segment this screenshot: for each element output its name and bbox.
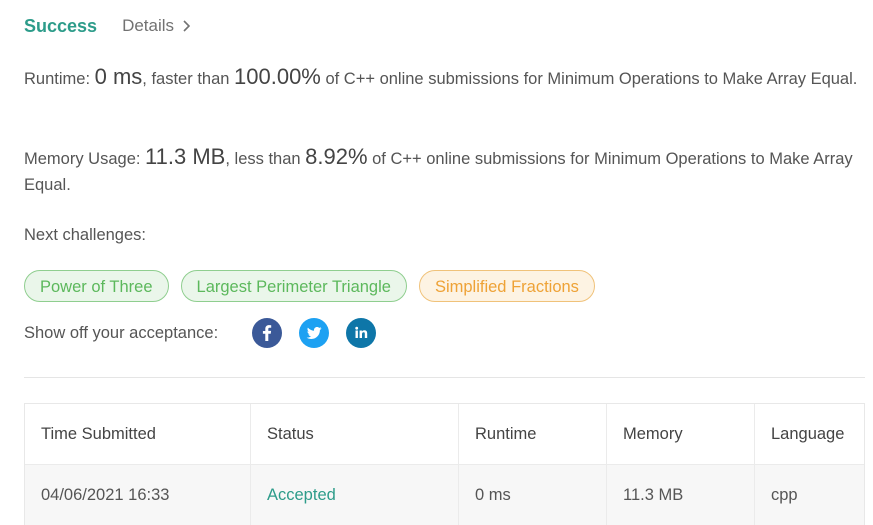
section-divider — [24, 377, 865, 378]
challenge-tag-power-of-three[interactable]: Power of Three — [24, 270, 169, 302]
cell-memory: 11.3 MB — [607, 465, 755, 525]
runtime-stat: Runtime: 0 ms, faster than 100.00% of C+… — [24, 64, 869, 92]
linkedin-icon — [355, 326, 368, 338]
cell-runtime: 0 ms — [459, 465, 607, 525]
challenge-tag-largest-perimeter-triangle[interactable]: Largest Perimeter Triangle — [180, 270, 407, 302]
table-header-row: Time Submitted Status Runtime Memory Lan… — [25, 404, 864, 464]
memory-value: 11.3 MB — [145, 144, 226, 169]
cell-status-accepted-link[interactable]: Accepted — [251, 465, 459, 525]
twitter-icon — [306, 327, 322, 339]
submissions-table: Time Submitted Status Runtime Memory Lan… — [24, 403, 865, 525]
twitter-share-button[interactable] — [299, 318, 330, 348]
linkedin-share-button[interactable] — [346, 318, 377, 348]
chevron-right-icon — [183, 20, 191, 32]
column-header-runtime[interactable]: Runtime — [459, 404, 607, 464]
result-header: Success Details — [24, 14, 191, 38]
column-header-language[interactable]: Language — [755, 404, 864, 464]
challenge-tag-simplified-fractions[interactable]: Simplified Fractions — [418, 270, 595, 302]
details-label: Details — [122, 16, 175, 35]
submission-result-page: Success Details Runtime: 0 ms, faster th… — [0, 0, 873, 525]
facebook-icon — [263, 325, 272, 341]
memory-stat: Memory Usage: 11.3 MB, less than 8.92% o… — [24, 144, 869, 198]
column-header-status[interactable]: Status — [251, 404, 459, 464]
share-section: Show off your acceptance: — [24, 318, 393, 348]
memory-label: Memory Usage: — [24, 150, 146, 168]
next-challenges-list: Power of Three Largest Perimeter Triangl… — [24, 270, 595, 302]
memory-percentile: 8.92% — [305, 144, 368, 169]
runtime-value: 0 ms — [94, 64, 143, 89]
runtime-percentile: 100.00% — [234, 64, 321, 89]
cell-language: cpp — [771, 485, 798, 504]
column-header-time-submitted[interactable]: Time Submitted — [25, 404, 251, 464]
facebook-share-button[interactable] — [252, 318, 283, 348]
share-label: Show off your acceptance: — [24, 323, 219, 342]
runtime-comparison: , faster than — [142, 70, 235, 88]
cell-time-submitted: 04/06/2021 16:33 — [25, 465, 251, 525]
column-header-memory[interactable]: Memory — [607, 404, 755, 464]
runtime-label: Runtime: — [24, 70, 95, 88]
memory-comparison: , less than — [225, 150, 306, 168]
status-success: Success — [24, 15, 98, 36]
next-challenges-label: Next challenges: — [24, 226, 146, 244]
table-row[interactable]: 04/06/2021 16:33 Accepted 0 ms 11.3 MB c… — [25, 464, 864, 525]
runtime-suffix: of C++ online submissions for Minimum Op… — [320, 70, 858, 88]
details-link[interactable]: Details — [122, 16, 191, 36]
